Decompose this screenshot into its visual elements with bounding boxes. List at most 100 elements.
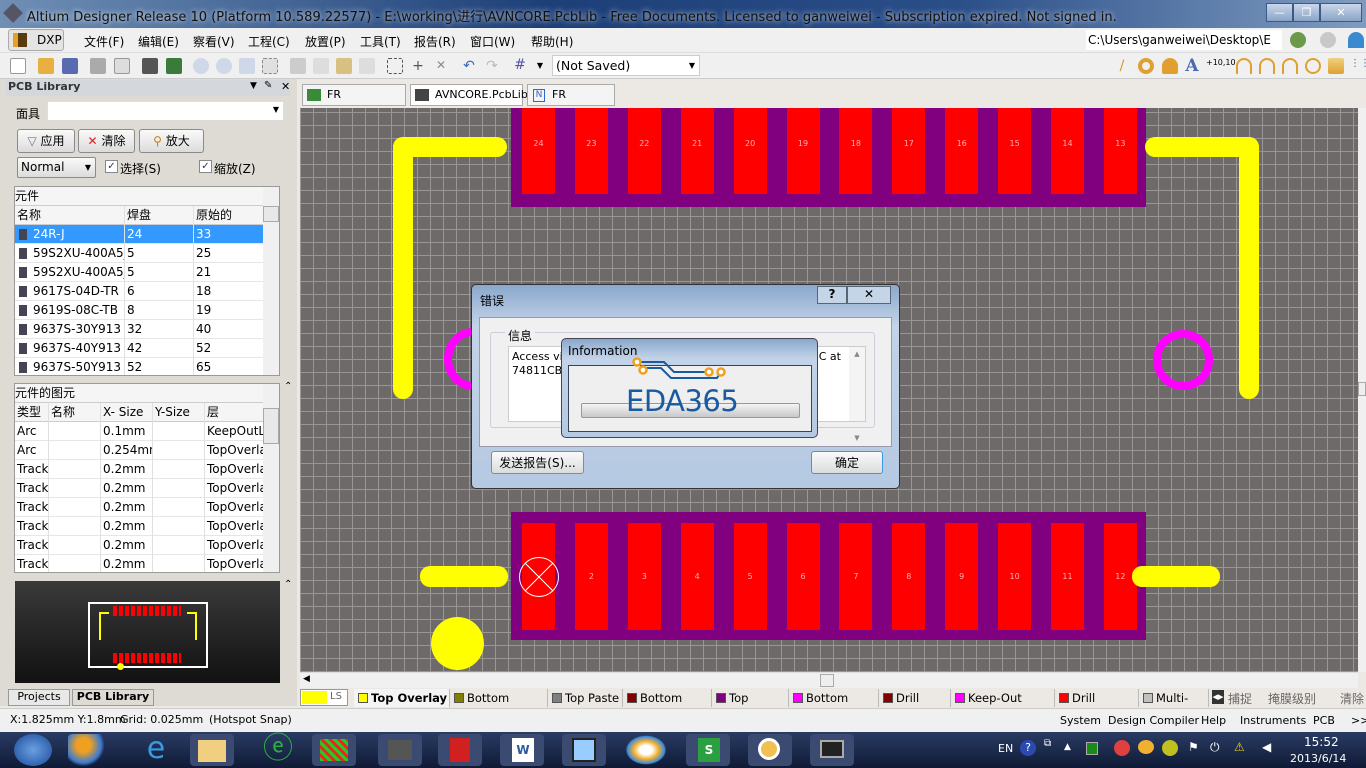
close-button[interactable]: ✕ — [1320, 3, 1362, 22]
security-tray-icon[interactable] — [1114, 740, 1130, 756]
ime-icon[interactable]: ⧉ — [1044, 738, 1051, 749]
start-button[interactable] — [14, 734, 52, 766]
grid-dropdown-icon[interactable]: ▼ — [532, 58, 548, 74]
instruments-button[interactable]: Instruments — [1240, 714, 1306, 727]
menu-reports[interactable]: 报告(R) — [414, 33, 456, 50]
save-icon[interactable] — [62, 58, 78, 74]
component-row[interactable]: 59S2XU-400A5_ 5 25 — [15, 244, 264, 263]
primitive-row[interactable]: Track 0.2mm TopOverla — [15, 479, 265, 498]
component-icon[interactable] — [142, 58, 158, 74]
s-app-icon[interactable]: S — [686, 734, 730, 766]
component-row[interactable]: 9637S-40Y913 42 52 — [15, 339, 264, 358]
messenger-icon[interactable] — [624, 734, 668, 766]
array-paste-icon[interactable]: ⋮⋮ — [1350, 58, 1366, 74]
volume-icon[interactable]: ◀ — [1262, 740, 1271, 754]
grid-icon[interactable]: # — [512, 58, 528, 74]
network-monitor-icon[interactable] — [1086, 742, 1098, 755]
vertical-scrollbar[interactable] — [1358, 108, 1366, 672]
component-row[interactable]: 59S2XU-400A5_ 5 21 — [15, 263, 264, 282]
zoom-out-icon[interactable] — [216, 58, 232, 74]
tab-avncore-pcblib[interactable]: AVNCORE.PcbLib — [410, 84, 528, 106]
tab-fr-drv-pcbdoc[interactable]: FR DRV.PcbDoc — [302, 84, 406, 121]
layer-tab[interactable]: Drill Guide — [879, 689, 951, 723]
pad[interactable]: 17 — [892, 108, 926, 194]
primitive-row[interactable]: Arc 0.254mn TopOverla — [15, 441, 265, 460]
clear-layers-button[interactable]: 清除 — [1340, 690, 1364, 707]
pad[interactable]: 9 — [945, 523, 979, 630]
mask-input[interactable]: ▼ — [47, 101, 284, 121]
undo-icon[interactable]: ↶ — [461, 58, 477, 74]
pad[interactable]: 8 — [892, 523, 926, 630]
select-checkbox[interactable]: ✓ — [105, 160, 118, 173]
layer-tab[interactable]: Bottom Paste — [623, 689, 712, 723]
pin-icon[interactable]: ✎ — [264, 80, 272, 91]
rubber-stamp-icon[interactable] — [359, 58, 375, 74]
design-compiler-button[interactable]: Design Compiler — [1108, 714, 1199, 727]
primitive-row[interactable]: Arc 0.1mm KeepOutL — [15, 422, 265, 441]
pcb-icon[interactable] — [166, 58, 182, 74]
horizontal-scrollbar[interactable]: ◀ — [300, 672, 1358, 688]
primitive-row[interactable]: Track 0.2mm TopOverla — [15, 498, 265, 517]
tab-fr-drv-net[interactable]: NFR DRV.NET — [527, 84, 615, 121]
cut-icon[interactable] — [290, 58, 306, 74]
col-name[interactable]: 名称 — [15, 206, 125, 225]
browser-360-icon[interactable]: ⓔ — [256, 734, 300, 766]
pad[interactable]: 22 — [627, 108, 661, 194]
apply-button[interactable]: ▽ 应用 — [17, 129, 75, 153]
plus-tray-icon[interactable] — [1162, 740, 1178, 756]
collapse-icon[interactable]: ⌃ — [284, 579, 292, 590]
pad[interactable]: 24 — [522, 108, 555, 194]
component-row[interactable]: 9637S-30Y913 32 40 — [15, 320, 264, 339]
show-hidden-icons[interactable]: ▲ — [1064, 742, 1071, 752]
help-tray-icon[interactable]: ? — [1020, 740, 1036, 756]
component-row[interactable]: 9619S-08C-TB 8 19 — [15, 301, 264, 320]
place-line-icon[interactable]: / — [1114, 58, 1130, 74]
power-icon[interactable]: ⏻ — [1210, 740, 1220, 755]
more-button[interactable]: >> — [1351, 714, 1366, 727]
col-ysize[interactable]: Y-Size — [153, 403, 205, 422]
primitives-scrollbar[interactable] — [263, 384, 279, 572]
panel-menu-icon[interactable]: ▼ — [250, 81, 257, 91]
component-row[interactable]: 9617S-04D-TR 6 18 — [15, 282, 264, 301]
variant-select[interactable]: (Not Saved) ▼ — [552, 55, 700, 76]
dialog-help-button[interactable]: ? — [817, 286, 847, 304]
back-icon[interactable] — [1290, 32, 1306, 48]
open-icon[interactable] — [38, 58, 54, 74]
zoom-in-icon[interactable] — [193, 58, 209, 74]
pad[interactable]: 20 — [733, 108, 767, 194]
pad[interactable]: 2 — [574, 523, 608, 630]
maximize-button[interactable]: ❐ — [1293, 3, 1320, 22]
col-primitives[interactable]: 原始的 — [194, 206, 264, 225]
ok-button[interactable]: 确定 — [811, 451, 883, 474]
ie-icon[interactable]: e — [134, 734, 178, 766]
full-circle-icon[interactable] — [1305, 58, 1321, 74]
pad[interactable]: 23 — [574, 108, 608, 194]
home-icon[interactable] — [1348, 32, 1364, 48]
primitive-row[interactable]: Track 0.2mm TopOverla — [15, 536, 265, 555]
pad[interactable]: 18 — [839, 108, 873, 194]
move-icon[interactable]: + — [410, 58, 426, 74]
primitive-row[interactable]: Track 0.2mm TopOverla — [15, 555, 265, 572]
col-xsize[interactable]: X- Size — [101, 403, 153, 422]
help-button[interactable]: Help — [1201, 714, 1226, 727]
minimize-button[interactable]: — — [1266, 3, 1293, 22]
language-indicator[interactable]: EN — [998, 742, 1013, 755]
system-button[interactable]: System — [1060, 714, 1101, 727]
pad[interactable]: 11 — [1051, 523, 1084, 630]
message-scrollbar[interactable]: ▲ ▼ — [849, 347, 865, 442]
menu-view[interactable]: 察看(V) — [193, 33, 235, 50]
component-row[interactable]: 24R-J 24 33 — [15, 225, 264, 244]
layer-tab[interactable]: Top Overlay — [354, 689, 450, 707]
menu-file[interactable]: 文件(F) — [84, 33, 124, 50]
primitive-row[interactable]: Track 0.2mm TopOverla — [15, 460, 265, 479]
search-app-icon[interactable] — [748, 734, 792, 766]
layer-tab[interactable]: Top Solder — [712, 689, 789, 723]
arc-any-icon[interactable] — [1282, 58, 1298, 74]
pad[interactable]: 13 — [1103, 108, 1137, 194]
footprint-preview[interactable] — [15, 581, 280, 683]
arc-center-icon[interactable] — [1236, 58, 1252, 74]
send-report-button[interactable]: 发送报告(S)... — [491, 451, 584, 474]
monitor-icon[interactable] — [810, 734, 854, 766]
mask-level-button[interactable]: 掩膜级别 — [1268, 690, 1316, 707]
place-via-icon[interactable] — [1162, 58, 1178, 74]
